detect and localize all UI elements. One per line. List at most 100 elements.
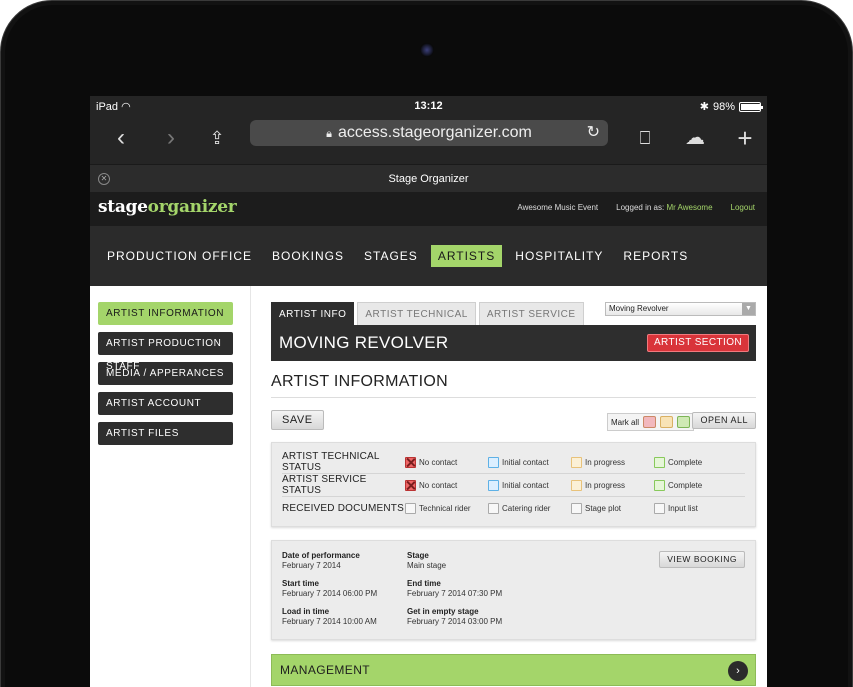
tab-artist-service[interactable]: ARTIST SERVICE [478, 302, 584, 325]
url-bar[interactable]: 🔒︎ access.stageorganizer.com ↻ [250, 120, 608, 146]
close-tab-icon[interactable]: ✕ [98, 173, 110, 185]
nav-stages[interactable]: STAGES [357, 245, 425, 267]
url-text: access.stageorganizer.com [337, 124, 532, 141]
detail-value: Main stage [407, 561, 447, 570]
mark-yellow-button[interactable] [660, 416, 673, 428]
header-info: Awesome Music Event Logged in as: Mr Awe… [517, 203, 755, 212]
bluetooth-icon: ✱ [699, 101, 709, 113]
document-option[interactable]: Catering rider [488, 503, 571, 514]
open-all-button[interactable]: OPEN ALL [692, 412, 756, 429]
document-option[interactable]: Input list [654, 503, 737, 514]
sidebar-item-production-staff[interactable]: ARTIST PRODUCTION STAFF [98, 332, 233, 372]
actions-row: SAVE Mark all OPEN ALL [271, 410, 756, 442]
status-option[interactable]: In progress [571, 479, 654, 491]
artist-bar: MOVING REVOLVER ARTIST SECTION [271, 325, 756, 361]
logged-in: Logged in as: Mr Awesome [616, 203, 713, 212]
user-link[interactable]: Mr Awesome [666, 203, 712, 212]
nav-hospitality[interactable]: HOSPITALITY [508, 245, 610, 267]
main-panel: ARTIST INFO ARTIST TECHNICAL ARTIST SERV… [271, 302, 756, 686]
tab-title: Stage Organizer [388, 173, 469, 185]
forward-icon[interactable]: › [156, 124, 186, 154]
mark-all: Mark all [606, 413, 694, 431]
battery-icon [739, 101, 763, 112]
share-icon[interactable]: ⇪ [202, 124, 232, 154]
status-option[interactable]: Complete [654, 456, 737, 468]
document-option[interactable]: Technical rider [405, 503, 488, 514]
logout-link[interactable]: Logout [731, 203, 755, 212]
new-tab-icon[interactable]: + [730, 124, 760, 154]
mark-green-button[interactable] [677, 416, 690, 428]
nav-bookings[interactable]: BOOKINGS [265, 245, 351, 267]
artist-section-button[interactable]: ARTIST SECTION [646, 334, 749, 352]
detail-label: Load in time [282, 607, 330, 616]
details-right-column: Stage Main stage End time February 7 201… [407, 551, 502, 635]
browser-tab[interactable]: ✕ Stage Organizer [90, 164, 767, 192]
status-option[interactable]: In progress [571, 456, 654, 468]
screen: iPad ◠ 13:12 ✱ 98% ‹ › ⇪ 🔒︎ access.stageo… [90, 96, 767, 687]
status-option[interactable]: Complete [654, 479, 737, 491]
logo[interactable]: stageorganizer [98, 197, 237, 217]
checkbox[interactable] [405, 503, 416, 514]
chevron-right-icon[interactable]: › [728, 661, 748, 681]
checkbox[interactable] [654, 456, 665, 468]
event-name: Awesome Music Event [517, 203, 599, 212]
management-accordion[interactable]: MANAGEMENT › [271, 654, 756, 686]
clock: 13:12 [414, 100, 443, 112]
tab-artist-technical[interactable]: ARTIST TECHNICAL [357, 302, 476, 325]
checkbox-checked-icon[interactable] [405, 479, 416, 491]
detail-value: February 7 2014 07:30 PM [407, 589, 503, 598]
sidebar: ARTIST INFORMATION ARTIST PRODUCTION STA… [98, 302, 233, 452]
checkbox[interactable] [571, 503, 582, 514]
checkbox-checked-icon[interactable] [405, 456, 416, 468]
checkbox[interactable] [654, 503, 665, 514]
mark-all-label: Mark all [610, 417, 639, 427]
mark-red-button[interactable] [643, 416, 656, 428]
icloud-icon[interactable]: ☁ [680, 124, 710, 154]
details-left-column: Date of performance February 7 2014 Star… [282, 551, 377, 635]
detail-label: Stage [407, 551, 429, 560]
detail-label: End time [407, 579, 441, 588]
status-option[interactable]: No contact [405, 479, 488, 491]
sidebar-item-artist-information[interactable]: ARTIST INFORMATION [98, 302, 233, 325]
artist-select[interactable]: Moving Revolver ▼ [605, 302, 756, 316]
app-header: stageorganizer Awesome Music Event Logge… [90, 192, 767, 226]
tab-artist-info[interactable]: ARTIST INFO [271, 302, 355, 325]
checkbox[interactable] [488, 479, 499, 491]
sidebar-divider [250, 286, 251, 687]
detail-label: Get in empty stage [407, 607, 479, 616]
booking-details: Date of performance February 7 2014 Star… [271, 540, 756, 640]
status-option[interactable]: No contact [405, 456, 488, 468]
checkbox[interactable] [654, 479, 665, 491]
reload-icon[interactable]: ↻ [587, 120, 600, 146]
status-option[interactable]: Initial contact [488, 456, 571, 468]
detail-label: Start time [282, 579, 319, 588]
save-button[interactable]: SAVE [271, 410, 324, 430]
battery-area: ✱ 98% [699, 100, 763, 113]
checkbox[interactable] [571, 479, 582, 491]
status-bar: iPad ◠ 13:12 ✱ 98% [90, 96, 767, 116]
checkbox[interactable] [488, 456, 499, 468]
sidebar-item-files[interactable]: ARTIST FILES [98, 422, 233, 445]
lock-icon: 🔒︎ [326, 128, 332, 140]
sidebar-item-account[interactable]: ARTIST ACCOUNT [98, 392, 233, 415]
status-option[interactable]: Initial contact [488, 479, 571, 491]
nav-reports[interactable]: REPORTS [616, 245, 695, 267]
sidebar-item-media[interactable]: MEDIA / APPERANCES [98, 362, 233, 385]
management-title: MANAGEMENT [280, 663, 371, 677]
status-label: ARTIST SERVICE STATUS [282, 474, 367, 496]
battery-text: 98% [712, 100, 735, 113]
nav-production-office[interactable]: PRODUCTION OFFICE [100, 245, 259, 267]
section-title: ARTIST INFORMATION [271, 373, 756, 398]
status-box: ARTIST TECHNICAL STATUS No contact Initi… [271, 442, 756, 527]
safari-toolbar: ‹ › ⇪ 🔒︎ access.stageorganizer.com ↻ ⎕ ☁ … [90, 116, 767, 164]
view-booking-button[interactable]: VIEW BOOKING [659, 551, 745, 568]
status-row: ARTIST SERVICE STATUS No contact Initial… [282, 474, 745, 497]
back-icon[interactable]: ‹ [106, 124, 136, 154]
document-option[interactable]: Stage plot [571, 503, 654, 514]
camera [420, 43, 434, 57]
bookmarks-icon[interactable]: ⎕ [630, 124, 660, 154]
content: ARTIST INFORMATION ARTIST PRODUCTION STA… [90, 286, 767, 687]
checkbox[interactable] [571, 456, 582, 468]
checkbox[interactable] [488, 503, 499, 514]
nav-artists[interactable]: ARTISTS [430, 245, 503, 267]
